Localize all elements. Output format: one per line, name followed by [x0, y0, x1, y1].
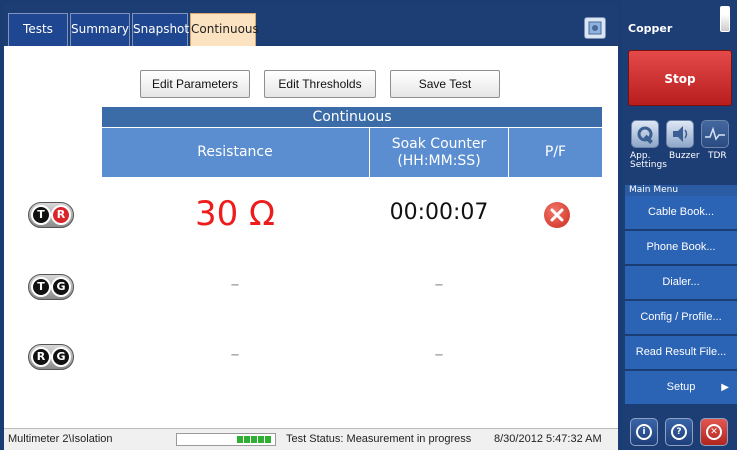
column-header-resistance: Resistance	[197, 144, 273, 160]
column-header-soak-counter: Soak Counter (HH:MM:SS)	[369, 128, 509, 177]
tab-continuous[interactable]: Continuous	[190, 13, 259, 46]
fail-icon	[544, 202, 570, 228]
resistance-value: 30 Ω	[194, 194, 276, 234]
app-settings-label: App. Settings	[630, 151, 667, 170]
main-menu-header: Main Menu	[625, 185, 737, 196]
soak-counter-value: –	[434, 274, 444, 295]
table-header: Resistance Soak Counter (HH:MM:SS) P/F	[102, 128, 602, 177]
menu-item-setup[interactable]: Setup ▶	[625, 371, 737, 405]
menu-item-cable-book[interactable]: Cable Book...	[625, 196, 737, 230]
table-row: T G – –	[4, 258, 618, 318]
save-test-button[interactable]: Save Test	[390, 70, 500, 98]
close-icon: ✕	[706, 424, 722, 440]
test-path: Multimeter 2\Isolation	[8, 433, 113, 445]
menu-item-config-profile[interactable]: Config / Profile...	[625, 301, 737, 335]
resistance-value: –	[230, 344, 240, 365]
ground-icon: G	[51, 347, 71, 367]
tab-tests[interactable]: Tests	[8, 13, 68, 46]
info-icon: i	[636, 424, 652, 440]
menu-item-dialer[interactable]: Dialer...	[625, 266, 737, 300]
test-status: Test Status: Measurement in progress	[286, 433, 472, 445]
tab-snapshot[interactable]: Snapshot	[132, 13, 189, 46]
panel-title: Copper	[628, 22, 673, 35]
date-time: 8/30/2012 5:47:32 AM	[494, 433, 602, 445]
tab-bar: Tests Summary Snapshot Continuous	[4, 4, 618, 46]
chevron-right-icon: ▶	[721, 382, 729, 393]
stop-button[interactable]: Stop	[628, 50, 732, 106]
pair-icon-ring-ground: R G	[28, 344, 74, 370]
table-title: Continuous	[102, 107, 602, 127]
info-button[interactable]: i	[630, 418, 658, 446]
waveform-icon[interactable]	[701, 120, 729, 148]
help-button[interactable]: ?	[665, 418, 693, 446]
exit-button[interactable]: ✕	[700, 418, 728, 446]
status-bar: Multimeter 2\Isolation Test Status: Meas…	[4, 428, 618, 450]
context-help-icon[interactable]	[584, 17, 606, 39]
pair-icon-tip-ring: T R	[28, 202, 74, 228]
battery-icon	[720, 6, 730, 32]
ring-icon: R	[31, 347, 51, 367]
ring-icon: R	[51, 205, 71, 225]
resistance-value: –	[230, 274, 240, 295]
right-panel: Copper Stop App. Settings Buzzer TDR Mai…	[622, 0, 737, 450]
tip-icon: T	[31, 277, 51, 297]
test-content: Edit Parameters Edit Thresholds Save Tes…	[4, 46, 618, 428]
settings-icon[interactable]	[631, 120, 659, 148]
progress-segment	[251, 436, 257, 443]
table-row: R G – –	[4, 328, 618, 388]
menu-item-read-result-file[interactable]: Read Result File...	[625, 336, 737, 370]
help-icon: ?	[671, 424, 687, 440]
progress-indicator	[176, 433, 276, 446]
menu-item-label: Setup	[666, 381, 696, 393]
progress-segment	[265, 436, 271, 443]
progress-fill	[237, 436, 271, 443]
app-window: Tests Summary Snapshot Continuous Edit P…	[0, 0, 737, 450]
tip-icon: T	[31, 205, 51, 225]
main-panel: Tests Summary Snapshot Continuous Edit P…	[4, 4, 618, 450]
buzzer-label: Buzzer	[669, 151, 700, 161]
progress-segment	[244, 436, 250, 443]
edit-thresholds-button[interactable]: Edit Thresholds	[264, 70, 376, 98]
ground-icon: G	[51, 277, 71, 297]
speaker-icon[interactable]	[666, 120, 694, 148]
progress-segment	[258, 436, 264, 443]
tdr-label: TDR	[708, 151, 727, 161]
pair-icon-tip-ground: T G	[28, 274, 74, 300]
menu-item-phone-book[interactable]: Phone Book...	[625, 231, 737, 265]
edit-parameters-button[interactable]: Edit Parameters	[140, 70, 250, 98]
tab-summary[interactable]: Summary	[70, 13, 130, 46]
progress-segment	[237, 436, 243, 443]
column-header-pass-fail: P/F	[544, 144, 567, 160]
soak-counter-value: –	[434, 344, 444, 365]
table-row: T R 30 Ω 00:00:07	[4, 186, 618, 246]
soak-counter-value: 00:00:07	[389, 200, 489, 225]
